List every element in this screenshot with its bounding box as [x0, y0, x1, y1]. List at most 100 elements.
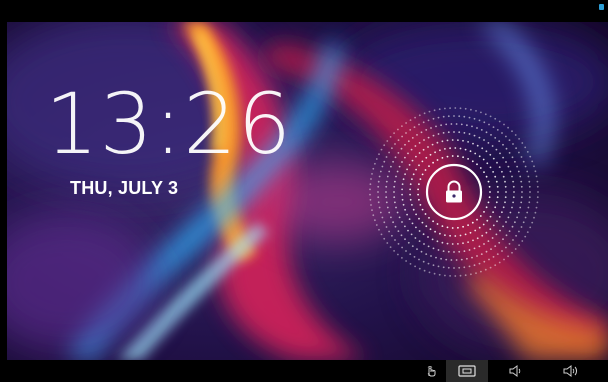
unlock-ring-dot: [484, 113, 487, 116]
unlock-ring-dot: [473, 117, 476, 120]
unlock-ring-dot: [409, 253, 412, 256]
unlock-ring-dot: [409, 183, 412, 186]
unlock-ring-dot: [424, 213, 427, 215]
unlock-ring-dot: [479, 215, 482, 217]
unlock-ring-dot: [466, 124, 468, 127]
unlock-ring-dot: [404, 173, 406, 176]
unlock-ring-dot: [495, 148, 498, 151]
unlock-ring-dot: [482, 158, 485, 161]
unlock-ring-dot: [507, 255, 509, 258]
unlock-ring-dot: [505, 161, 507, 163]
unlock-ring-dot: [369, 198, 372, 201]
unlock-ring-dot: [418, 217, 420, 220]
unlock-ring-dot: [425, 129, 428, 131]
unlock-ring-dot: [400, 234, 403, 237]
volume-up-button[interactable]: [560, 364, 582, 378]
unlock-ring-dot: [428, 271, 431, 274]
unlock-ring-dot: [466, 257, 468, 260]
unlock-ring-dot: [486, 219, 489, 222]
unlock-ring-dot: [409, 198, 412, 201]
unlock-ring-dot: [531, 160, 534, 163]
unlock-ring-dot: [483, 243, 485, 245]
unlock-ring-dot: [447, 131, 450, 134]
unlock-ring-dot: [436, 240, 439, 243]
unlock-ring-dot: [385, 226, 388, 228]
unlock-ring-dot: [393, 191, 395, 193]
unlock-ring-dot: [476, 163, 478, 166]
unlock-ring-dot: [536, 196, 539, 199]
volume-down-button[interactable]: [506, 364, 526, 378]
hand-tap-button[interactable]: [422, 364, 440, 378]
unlock-ring-dot: [423, 243, 425, 245]
unlock-ring-dot: [404, 143, 406, 146]
unlock-dotted-ring[interactable]: [364, 104, 544, 280]
unlock-ring-dot: [529, 155, 532, 158]
unlock-ring-dot: [378, 228, 380, 231]
unlock-ring-dot: [418, 267, 421, 270]
unlock-ring-dot: [418, 230, 421, 232]
unlock-ring-dot: [427, 146, 429, 148]
unlock-ring-dot: [476, 127, 478, 129]
unlock-ring-dot: [453, 131, 455, 133]
unlock-ring-dot: [381, 165, 384, 168]
unlock-ring-dot: [431, 238, 434, 241]
unlock-ring-dot: [425, 156, 428, 159]
unlock-ring-dot: [377, 201, 380, 204]
unlock-ring-dot: [472, 239, 474, 242]
unlock-ring-dot: [488, 185, 491, 188]
unlock-ring-dot: [499, 229, 501, 232]
unlock-ring-dot: [505, 191, 507, 193]
unlock-ring-dot: [472, 142, 474, 145]
unlock-ring-dot: [411, 222, 414, 225]
unlock-ring-dot: [483, 260, 486, 263]
unlock-ring-dot: [470, 273, 472, 276]
unlock-ring-dot: [422, 260, 425, 263]
unlock-ring-dot: [447, 266, 450, 269]
unlock-ring-dot: [438, 108, 441, 111]
unlock-ring-dot: [436, 159, 439, 161]
unlock-ring-dot: [422, 233, 425, 236]
unlock-ring-dot: [495, 180, 498, 183]
unlock-ring-dot: [397, 230, 400, 232]
unlock-ring-dot: [536, 180, 539, 183]
unlock-ring-dot: [516, 165, 518, 168]
unlock-ring-dot: [383, 221, 386, 224]
screenshot-button[interactable]: [455, 364, 479, 378]
unlock-ring-dot: [371, 209, 373, 211]
unlock-ring-dot: [408, 218, 411, 220]
unlock-ring-dot: [378, 206, 381, 209]
unlock-ring-dot: [395, 175, 397, 178]
unlock-ring-dot: [512, 196, 515, 199]
unlock-ring-dot: [440, 124, 442, 127]
unlock-ring-dot: [502, 225, 504, 228]
unlock-ring-dot: [471, 221, 474, 224]
unlock-ring-dot: [441, 140, 444, 143]
unlock-ring-dot: [511, 251, 513, 254]
unlock-ring-dot: [522, 221, 525, 224]
unlock-ring-dot: [411, 159, 414, 162]
unlock-ring-dot: [437, 133, 440, 135]
unlock-ring-dot: [453, 267, 455, 269]
unlock-ring-dot: [462, 225, 464, 228]
unlock-ring-dot: [520, 185, 523, 188]
unlock-ring-dot: [417, 188, 419, 191]
unlock-ring-dot: [391, 234, 393, 237]
unlock-ring-dot: [379, 211, 382, 214]
unlock-ring-dot: [401, 193, 403, 196]
unlock-ring-dot: [401, 135, 403, 138]
unlock-ring-dot: [394, 143, 396, 145]
unlock-ring-dot: [462, 139, 464, 142]
unlock-ring-dot: [468, 133, 471, 135]
unlock-ring-dot: [474, 152, 477, 155]
unlock-ring-dot: [478, 245, 481, 248]
unlock-ring-dot: [467, 158, 469, 160]
unlock-ring-dot: [414, 145, 417, 147]
unlock-ring-dot: [432, 247, 435, 250]
unlock-ring-dot: [430, 255, 432, 257]
unlock-ring-dot: [535, 175, 538, 178]
unlock-ring-dot: [394, 156, 397, 159]
unlock-ring-dot: [385, 196, 388, 199]
unlock-ring-dot: [449, 275, 451, 277]
unlock-ring-dot: [377, 180, 380, 183]
unlock-ring-dot: [492, 157, 495, 160]
